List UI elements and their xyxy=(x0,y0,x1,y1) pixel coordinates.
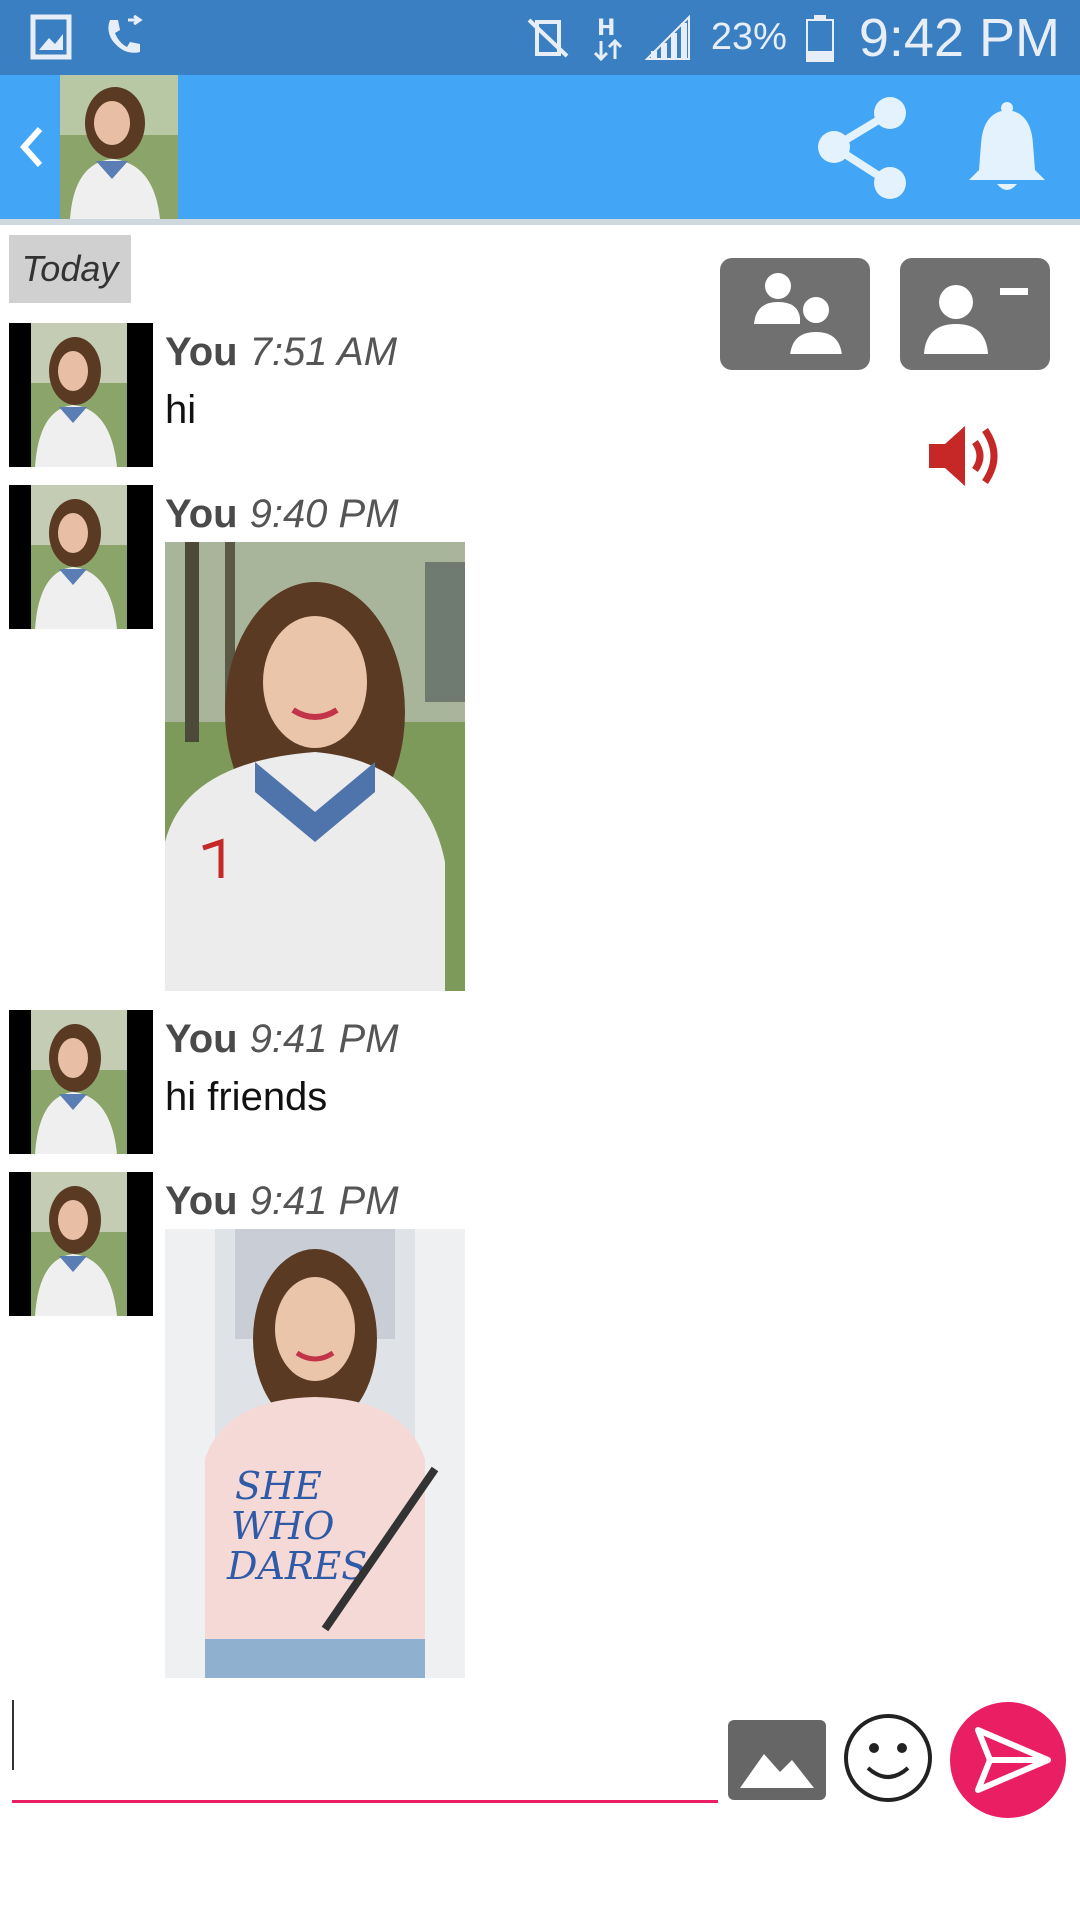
message-time: 9:41 PM xyxy=(249,1179,399,1223)
svg-text:H: H xyxy=(597,16,615,41)
contact-avatar[interactable] xyxy=(60,75,178,219)
signal-icon xyxy=(644,14,690,60)
message-sender: You xyxy=(165,1017,238,1061)
gallery-icon xyxy=(30,14,72,60)
message-text: hi xyxy=(165,388,197,432)
remove-user-button[interactable] xyxy=(900,258,1050,370)
status-time: 9:42 PM xyxy=(858,7,1060,68)
avatar-photo xyxy=(31,323,127,467)
photo-woman-white-sweater xyxy=(165,542,465,991)
message-avatar[interactable] xyxy=(9,485,153,629)
call-icon xyxy=(108,14,143,53)
message-input[interactable] xyxy=(12,1700,718,1803)
message-avatar[interactable] xyxy=(9,1172,153,1316)
message-header: You 9:40 PM xyxy=(165,492,399,537)
photo-woman-pink-tshirt: SHE WHO DARES xyxy=(165,1229,465,1678)
message-header: You 7:51 AM xyxy=(165,330,397,375)
message-avatar[interactable] xyxy=(9,323,153,467)
send-button[interactable] xyxy=(950,1702,1066,1818)
share-icon[interactable] xyxy=(812,95,912,200)
message-header: You 9:41 PM xyxy=(165,1179,399,1224)
message-avatar[interactable] xyxy=(9,1010,153,1154)
vibrate-off-icon xyxy=(527,18,569,57)
battery-icon xyxy=(805,14,834,62)
status-bar: H 23% 9:42 PM xyxy=(0,0,1080,75)
message-header: You 9:41 PM xyxy=(165,1017,399,1062)
emoji-icon[interactable] xyxy=(842,1712,934,1804)
remove-user-icon xyxy=(924,285,1028,354)
message-sender: You xyxy=(165,492,238,536)
send-icon xyxy=(975,1727,1051,1793)
avatar-photo xyxy=(31,485,127,629)
message-sender: You xyxy=(165,1179,238,1223)
group-users-button[interactable] xyxy=(720,258,870,370)
message-text: hi friends xyxy=(165,1075,328,1119)
avatar-photo xyxy=(31,1010,127,1154)
message-image[interactable] xyxy=(165,542,465,991)
svg-text:WHO: WHO xyxy=(231,1504,334,1548)
message-image[interactable]: SHE WHO DARES xyxy=(165,1229,465,1678)
chevron-left-icon[interactable] xyxy=(12,117,52,177)
battery-percent: 23% xyxy=(710,16,787,58)
group-users-icon xyxy=(754,273,847,358)
message-time: 9:40 PM xyxy=(249,492,399,536)
image-attach-icon xyxy=(740,1754,814,1788)
image-attach-button[interactable] xyxy=(728,1720,826,1800)
message-time: 7:51 AM xyxy=(249,330,398,374)
avatar-photo xyxy=(31,1172,127,1316)
speaker-icon[interactable] xyxy=(925,420,1005,492)
message-time: 9:41 PM xyxy=(249,1017,399,1061)
chat-header xyxy=(0,75,1080,225)
svg-text:DARES: DARES xyxy=(226,1544,367,1588)
svg-text:SHE: SHE xyxy=(235,1464,322,1508)
bell-icon[interactable] xyxy=(965,100,1050,195)
hspa-data-icon: H xyxy=(593,16,622,61)
date-separator: Today xyxy=(9,235,131,303)
message-sender: You xyxy=(165,330,238,374)
text-caret xyxy=(12,1700,14,1770)
